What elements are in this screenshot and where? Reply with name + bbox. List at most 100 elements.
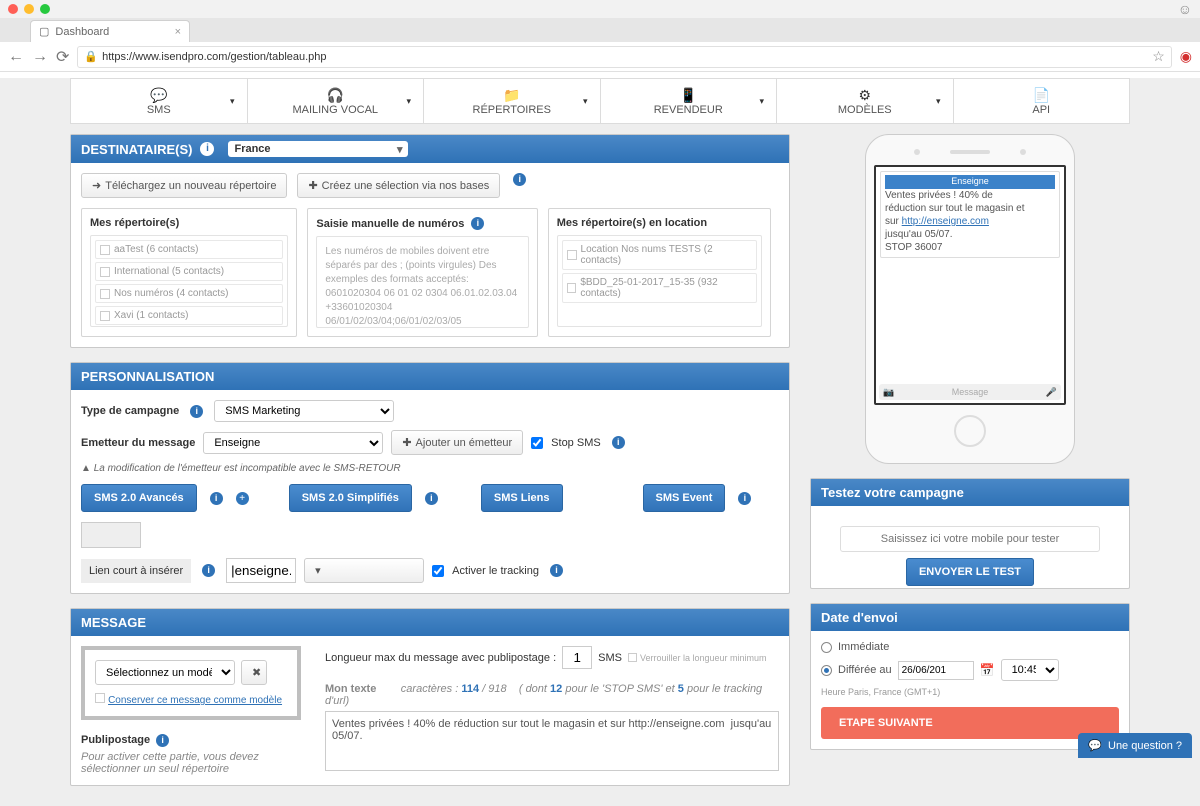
repo-item[interactable]: Nos numéros (4 contacts) [95,284,283,303]
phone-input-bar: 📷 Message 🎤 [879,384,1061,400]
save-as-model-link[interactable]: Conserver ce message comme modèle [108,695,282,706]
document-icon: 📄 [1033,87,1050,104]
model-select[interactable]: Sélectionnez un modèle [95,660,235,685]
radio-differee[interactable] [821,665,832,676]
repo-label: Xavi (1 contacts) [114,310,188,321]
send-test-button[interactable]: ENVOYER LE TEST [906,558,1034,586]
nav-label: API [1032,104,1050,116]
create-selection-button[interactable]: ✚ Créez une sélection via nos bases [297,173,500,198]
browser-tabstrip: ▢ Dashboard × [0,18,1200,42]
panel-title: Testez votre campagne [821,485,964,500]
country-select[interactable]: France [228,141,408,157]
help-widget[interactable]: 💬 Une question ? [1078,733,1192,758]
profile-icon[interactable]: ☺ [1178,1,1192,17]
lock-icon: 🔒 [84,50,98,63]
checkbox[interactable] [100,267,110,277]
save-model-checkbox[interactable] [95,693,105,703]
repo-label: Location Nos nums TESTS (2 contacts) [581,244,753,266]
sms-simplifies-button[interactable]: SMS 2.0 Simplifiés [289,484,412,512]
sms-event-button[interactable]: SMS Event [643,484,726,512]
info-icon[interactable]: i [210,492,223,505]
checkbox[interactable] [100,245,110,255]
info-icon[interactable]: i [425,492,438,505]
repo-label: Nos numéros (4 contacts) [114,288,229,299]
tab-favicon: ▢ [39,25,49,38]
radio-immediate[interactable] [821,642,832,653]
reload-icon[interactable]: ⟳ [56,47,69,67]
info-icon[interactable]: i [200,142,214,156]
numbers-textarea[interactable]: Les numéros de mobiles doivent etre sépa… [316,236,528,328]
phone-camera [914,149,920,155]
char-stop-label: pour le 'STOP SMS' et [565,683,674,695]
test-mobile-input[interactable] [840,526,1100,552]
preview-text: réduction sur tout le magasin et [885,203,1025,214]
info-icon[interactable]: i [513,173,526,186]
info-icon[interactable]: i [471,217,484,230]
stop-sms-checkbox[interactable] [531,437,543,449]
window-close[interactable] [8,4,18,14]
info-icon[interactable]: i [156,734,169,747]
sms-liens-button[interactable]: SMS Liens [481,484,563,512]
nav-api[interactable]: 📄API [954,79,1130,123]
repo-item[interactable]: $BDD_25-01-2017_15-35 (932 contacts) [562,273,757,303]
nav-sms[interactable]: 💬SMS▾ [71,79,248,123]
longueur-unit: SMS [598,652,622,664]
sms-event-input[interactable] [81,522,141,548]
browser-tab[interactable]: ▢ Dashboard × [30,20,190,42]
longueur-input[interactable] [562,646,592,669]
phone-speaker [950,150,990,154]
emetteur-select[interactable]: Enseigne [203,432,383,454]
camera-icon: 📷 [883,387,894,398]
repo-item[interactable]: International (5 contacts) [95,262,283,281]
nav-modeles[interactable]: ⚙MODÈLES▾ [777,79,954,123]
checkbox[interactable] [100,289,110,299]
lien-court-input[interactable] [226,558,296,583]
info-icon[interactable]: i [550,564,563,577]
sms-avances-button[interactable]: SMS 2.0 Avancés [81,484,197,512]
lock-checkbox[interactable] [628,653,637,662]
nav-repertoires[interactable]: 📁RÉPERTOIRES▾ [424,79,601,123]
message-textarea[interactable]: Ventes privées ! 40% de réduction sur to… [325,711,779,771]
bookmark-star-icon[interactable]: ☆ [1152,48,1165,65]
tracking-label: Activer le tracking [452,565,539,577]
plus-icon[interactable]: + [236,492,249,505]
repo-label: $BDD_25-01-2017_15-35 (932 contacts) [580,277,752,299]
lien-court-label: Lien court à insérer [81,559,191,583]
back-icon[interactable]: ← [8,48,24,66]
checkbox[interactable] [567,283,577,293]
checkbox[interactable] [100,311,110,321]
repo-item[interactable]: aaTest (6 contacts) [95,240,283,259]
info-icon[interactable]: i [202,564,215,577]
time-select[interactable]: 10:45 [1001,659,1059,681]
info-icon[interactable]: i [190,405,203,418]
nav-mailing-vocal[interactable]: 🎧MAILING VOCAL▾ [248,79,425,123]
forward-icon[interactable]: → [32,48,48,66]
nav-label: RÉPERTOIRES [473,104,551,116]
char-dont: ( dont [519,683,547,695]
upload-repo-button[interactable]: ➜ Téléchargez un nouveau répertoire [81,173,287,198]
clear-model-button[interactable]: ✖ [241,660,267,685]
info-icon[interactable]: i [612,436,625,449]
checkbox[interactable] [567,250,577,260]
add-emetteur-button[interactable]: ✚ Ajouter un émetteur [391,430,523,455]
type-campagne-select[interactable]: SMS Marketing [214,400,394,422]
next-step-button[interactable]: ETAPE SUIVANTE [821,707,1119,739]
emetteur-note: La modification de l'émetteur est incomp… [94,463,401,474]
repo-item[interactable]: Xavi (1 contacts) [95,306,283,325]
address-bar[interactable]: 🔒 https://www.isendpro.com/gestion/table… [77,46,1171,68]
repo-item[interactable]: Location Nos nums TESTS (2 contacts) [562,240,757,270]
nav-revendeur[interactable]: 📱REVENDEUR▾ [601,79,778,123]
verrouiller-label: Verrouiller la longueur minimum [640,653,767,663]
tracking-checkbox[interactable] [432,565,444,577]
publipostage-label: Publipostage [81,734,150,746]
timezone-note: Heure Paris, France (GMT+1) [821,687,1119,697]
char-stop-n: 12 [550,683,562,695]
lien-dropdown[interactable]: ▾ [304,558,424,583]
info-icon[interactable]: i [738,492,751,505]
date-input[interactable] [898,661,974,680]
window-zoom[interactable] [40,4,50,14]
window-minimize[interactable] [24,4,34,14]
calendar-icon[interactable]: 📅 [980,663,995,677]
tab-close-icon[interactable]: × [175,26,181,38]
pinterest-icon[interactable]: ◉ [1180,48,1192,65]
